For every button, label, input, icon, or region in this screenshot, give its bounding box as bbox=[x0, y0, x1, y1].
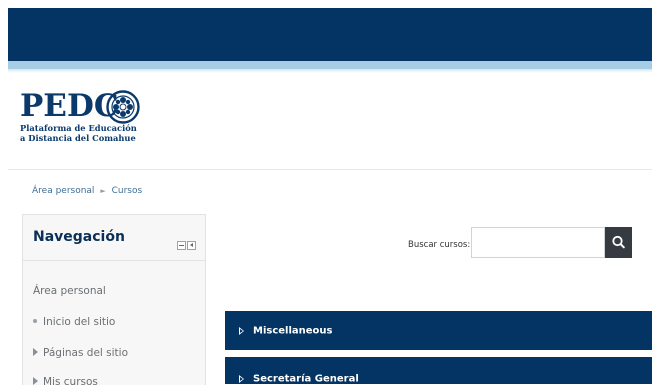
logo-seal-icon bbox=[106, 90, 140, 124]
header-accent-stripe bbox=[8, 61, 652, 69]
logo-wordmark: PEDC bbox=[20, 88, 119, 124]
search-icon bbox=[612, 235, 625, 249]
nav-item-label: Mis cursos bbox=[43, 376, 98, 388]
category-label: Secretaría General bbox=[253, 373, 359, 385]
top-navbar bbox=[8, 8, 652, 61]
nav-item-label: Páginas del sitio bbox=[43, 347, 128, 359]
nav-item-inicio-del-sitio[interactable]: Inicio del sitio bbox=[33, 316, 115, 328]
breadcrumb-item-area-personal[interactable]: Área personal bbox=[32, 186, 94, 196]
nav-item-paginas-del-sitio[interactable]: Páginas del sitio bbox=[33, 347, 128, 359]
search-courses-label: Buscar cursos: bbox=[408, 240, 471, 250]
collapse-block-icon[interactable] bbox=[177, 241, 186, 250]
bullet-icon bbox=[33, 319, 37, 323]
dock-block-icon[interactable] bbox=[187, 241, 196, 250]
search-courses-input[interactable] bbox=[471, 227, 605, 258]
navigation-block-header: Navegación bbox=[23, 215, 205, 261]
category-miscellaneous[interactable]: Miscellaneous bbox=[225, 311, 652, 350]
breadcrumb: Área personal ► Cursos bbox=[32, 186, 142, 196]
navigation-block: Navegación Área personal Inicio del siti… bbox=[22, 214, 206, 388]
site-logo[interactable]: PEDC Plataforma de Educación a Distancia… bbox=[20, 90, 160, 150]
category-label: Miscellaneous bbox=[253, 325, 333, 336]
nav-item-mis-cursos[interactable]: Mis cursos bbox=[33, 376, 98, 388]
category-expand-icon bbox=[239, 375, 244, 383]
navigation-title: Navegación bbox=[33, 229, 125, 245]
expand-triangle-icon bbox=[33, 348, 38, 356]
block-controls bbox=[177, 235, 197, 254]
header-divider bbox=[8, 169, 652, 170]
logo-subtitle-line1: Plataforma de Educación bbox=[20, 123, 137, 133]
breadcrumb-separator-icon: ► bbox=[100, 187, 106, 195]
nav-item-area-personal[interactable]: Área personal bbox=[33, 285, 106, 297]
logo-subtitle-line2: a Distancia del Comahue bbox=[20, 133, 136, 143]
search-button[interactable] bbox=[605, 227, 632, 258]
logo-subtitle: Plataforma de Educación a Distancia del … bbox=[20, 123, 137, 143]
category-secretaria-general[interactable]: Secretaría General bbox=[225, 357, 652, 385]
header-shadow bbox=[8, 69, 652, 73]
breadcrumb-item-cursos[interactable]: Cursos bbox=[112, 186, 143, 196]
nav-item-label: Área personal bbox=[33, 285, 106, 297]
nav-item-label: Inicio del sitio bbox=[43, 316, 116, 328]
category-expand-icon bbox=[239, 326, 244, 335]
